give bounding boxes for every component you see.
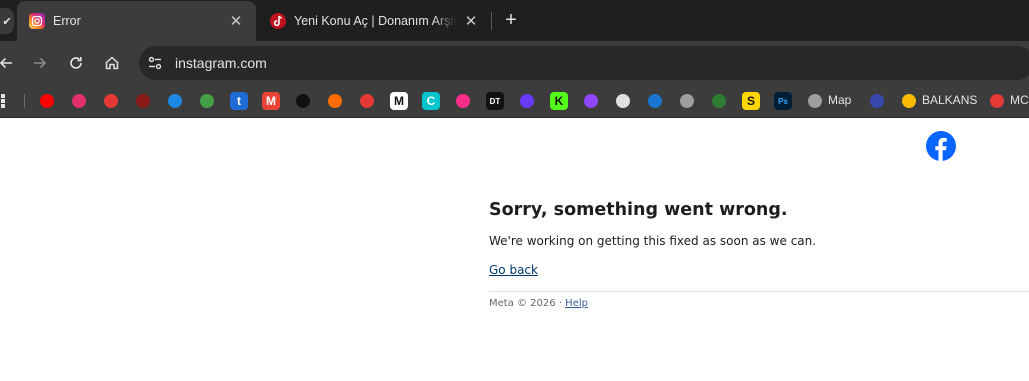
tab-instagram-error[interactable]: Error ✕ bbox=[17, 1, 256, 41]
tiktok-icon[interactable] bbox=[134, 92, 152, 110]
site-settings-icon[interactable] bbox=[147, 55, 163, 71]
m-icon[interactable]: M bbox=[390, 92, 408, 110]
hex-icon[interactable] bbox=[518, 92, 536, 110]
mods-icon[interactable] bbox=[988, 92, 1006, 110]
page-content: Sorry, something went wrong. We're worki… bbox=[0, 119, 1029, 381]
help-link[interactable]: Help bbox=[565, 298, 588, 309]
arrow-right-icon bbox=[34, 57, 47, 69]
tab-search-button[interactable]: ✔ bbox=[0, 8, 14, 34]
box-icon[interactable] bbox=[646, 92, 664, 110]
circle-red-icon[interactable] bbox=[358, 92, 376, 110]
home-button[interactable] bbox=[99, 50, 125, 76]
bookmark-label[interactable]: BALKANS bbox=[922, 93, 977, 107]
back-button[interactable] bbox=[0, 50, 19, 76]
arrow-left-icon bbox=[0, 57, 12, 69]
bookmark-label[interactable]: Map bbox=[828, 93, 851, 107]
photoshop-icon[interactable]: Ps bbox=[774, 92, 792, 110]
canva-icon[interactable]: C bbox=[422, 92, 440, 110]
donanim-arsivi-icon bbox=[270, 12, 286, 29]
forward-button[interactable] bbox=[27, 50, 53, 76]
tab-separator bbox=[491, 12, 492, 30]
s-icon[interactable]: S bbox=[742, 92, 760, 110]
close-tab-icon[interactable]: ✕ bbox=[463, 13, 479, 30]
bookmarks-bar: t M M C DT K S Ps Map BALKANS MC bbox=[0, 84, 1029, 118]
go-back-link[interactable]: Go back bbox=[489, 263, 538, 277]
tab-strip: ✔ Error ✕ Yeni Konu Aç | Donanım Arşiv ✕… bbox=[0, 0, 1029, 41]
edge-icon[interactable] bbox=[166, 92, 184, 110]
text-icon[interactable]: DT bbox=[486, 92, 504, 110]
twitch-icon[interactable] bbox=[582, 92, 600, 110]
tab-title: Error bbox=[53, 14, 81, 28]
error-message: We're working on getting this fixed as s… bbox=[489, 234, 817, 248]
youtube-icon[interactable] bbox=[38, 92, 56, 110]
reload-button[interactable] bbox=[63, 50, 89, 76]
editor-icon[interactable] bbox=[294, 92, 312, 110]
plant-icon[interactable] bbox=[710, 92, 728, 110]
gmail-icon[interactable]: M bbox=[262, 92, 280, 110]
footer-copyright: Meta © 2026 · bbox=[489, 298, 566, 309]
instagram-icon[interactable] bbox=[70, 92, 88, 110]
download-icon[interactable] bbox=[102, 92, 120, 110]
close-tab-icon[interactable]: ✕ bbox=[228, 13, 244, 30]
tumblr-icon[interactable]: t bbox=[230, 92, 248, 110]
url-text[interactable]: instagram.com bbox=[175, 55, 267, 71]
kick-icon[interactable]: K bbox=[550, 92, 568, 110]
chevron-down-icon: ✔ bbox=[2, 15, 12, 28]
divider bbox=[489, 291, 1029, 292]
globe-icon[interactable] bbox=[678, 92, 696, 110]
cube-icon[interactable] bbox=[454, 92, 472, 110]
drive-icon[interactable] bbox=[900, 92, 918, 110]
footer: Meta © 2026 · Help bbox=[489, 298, 588, 309]
instagram-icon bbox=[29, 13, 45, 29]
facebook-icon[interactable] bbox=[926, 131, 956, 161]
map-globe-icon[interactable] bbox=[806, 92, 824, 110]
database-icon[interactable] bbox=[614, 92, 632, 110]
bookmark-label[interactable]: MC bbox=[1010, 93, 1029, 107]
apps-grid-icon[interactable] bbox=[0, 92, 12, 110]
dots-icon[interactable] bbox=[326, 92, 344, 110]
planet-icon[interactable] bbox=[868, 92, 886, 110]
reload-icon bbox=[70, 57, 82, 69]
browser-toolbar: instagram.com bbox=[0, 41, 1029, 84]
bookmarks-separator bbox=[24, 94, 25, 108]
new-tab-button[interactable]: + bbox=[500, 9, 522, 31]
address-bar[interactable]: instagram.com bbox=[139, 46, 1029, 80]
power-icon[interactable] bbox=[198, 92, 216, 110]
error-title: Sorry, something went wrong. bbox=[489, 200, 788, 220]
tab-title: Yeni Konu Aç | Donanım Arşivi Forum bbox=[294, 13, 457, 28]
tab-donanim-arsivi[interactable]: Yeni Konu Aç | Donanım Arşivi Forum ✕ bbox=[258, 0, 491, 41]
home-icon bbox=[105, 56, 119, 70]
